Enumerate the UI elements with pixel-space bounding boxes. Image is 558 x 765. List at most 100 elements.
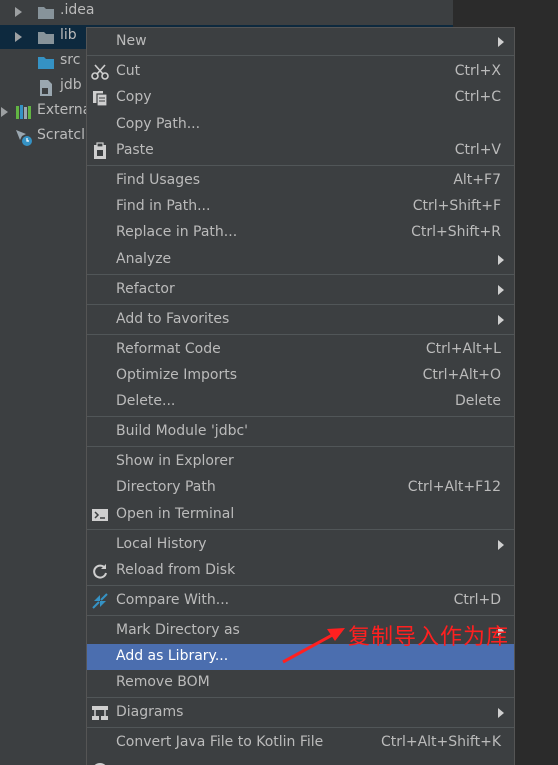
- folder-icon: [37, 4, 55, 24]
- menu-item-shortcut: Ctrl+Alt+F12: [407, 479, 501, 495]
- menu-separator: [87, 727, 514, 728]
- menu-item-shortcut: Ctrl+D: [453, 592, 501, 608]
- submenu-arrow-icon: [498, 315, 504, 325]
- menu-item-optimize-imports[interactable]: Optimize Imports Ctrl+Alt+O: [87, 363, 514, 389]
- menu-item-find-in-path[interactable]: Find in Path... Ctrl+Shift+F: [87, 194, 514, 220]
- menu-item-partial[interactable]: [87, 756, 514, 765]
- menu-separator: [87, 165, 514, 166]
- ide-window: .idea lib src jdb Externa Scratcl New Cu…: [0, 0, 558, 765]
- diagram-icon: [91, 704, 109, 722]
- menu-item-shortcut: Ctrl+C: [454, 89, 501, 105]
- menu-item-label: Refactor: [116, 281, 175, 297]
- menu-separator: [87, 446, 514, 447]
- menu-separator: [87, 529, 514, 530]
- menu-item-label: Cut: [116, 63, 141, 79]
- menu-item-add-to-favorites[interactable]: Add to Favorites: [87, 307, 514, 333]
- menu-separator: [87, 55, 514, 56]
- menu-item-cut[interactable]: Cut Ctrl+X: [87, 59, 514, 85]
- menu-item-open-in-terminal[interactable]: Open in Terminal: [87, 502, 514, 528]
- reload-icon: [91, 562, 109, 580]
- menu-item-label: Convert Java File to Kotlin File: [116, 734, 324, 750]
- menu-item-label: Add to Favorites: [116, 311, 230, 327]
- menu-item-label: Find in Path...: [116, 198, 211, 214]
- menu-separator: [87, 697, 514, 698]
- menu-item-label: Paste: [116, 142, 154, 158]
- menu-item-delete[interactable]: Delete... Delete: [87, 389, 514, 415]
- menu-item-label: New: [116, 33, 147, 49]
- menu-item-label: Reload from Disk: [116, 562, 236, 578]
- context-menu: New Cut Ctrl+X Copy Ctrl+C Copy Path... …: [86, 27, 515, 765]
- tree-item-label: Scratcl: [37, 127, 85, 143]
- menu-item-label: Compare With...: [116, 592, 230, 608]
- menu-item-reformat-code[interactable]: Reformat Code Ctrl+Alt+L: [87, 337, 514, 363]
- libraries-icon: [15, 104, 33, 124]
- github-icon: [91, 760, 109, 765]
- menu-item-label: Optimize Imports: [116, 367, 237, 383]
- scratches-icon: [15, 129, 33, 151]
- menu-item-convert-java-to-kotlin[interactable]: Convert Java File to Kotlin File Ctrl+Al…: [87, 730, 514, 756]
- menu-item-shortcut: Ctrl+Alt+L: [425, 341, 501, 357]
- menu-item-build-module[interactable]: Build Module 'jdbc': [87, 419, 514, 445]
- menu-separator: [87, 416, 514, 417]
- menu-item-label: Copy: [116, 89, 152, 105]
- menu-item-copy-path[interactable]: Copy Path...: [87, 112, 514, 138]
- menu-item-label: Analyze: [116, 251, 172, 267]
- menu-item-replace-in-path[interactable]: Replace in Path... Ctrl+Shift+R: [87, 220, 514, 246]
- menu-item-local-history[interactable]: Local History: [87, 532, 514, 558]
- menu-item-shortcut: Delete: [455, 393, 501, 409]
- menu-item-label: Add as Library...: [116, 648, 229, 664]
- tree-item-label: jdb: [60, 77, 82, 93]
- menu-separator: [87, 615, 514, 616]
- menu-item-find-usages[interactable]: Find Usages Alt+F7: [87, 168, 514, 194]
- copy-icon: [91, 89, 109, 107]
- menu-item-label: Directory Path: [116, 479, 216, 495]
- menu-item-label: Replace in Path...: [116, 224, 238, 240]
- menu-item-refactor[interactable]: Refactor: [87, 277, 514, 303]
- menu-item-label: Delete...: [116, 393, 176, 409]
- menu-item-shortcut: Ctrl+Shift+R: [411, 224, 501, 240]
- menu-item-label: Find Usages: [116, 172, 201, 188]
- menu-item-shortcut: Ctrl+Shift+F: [412, 198, 501, 214]
- tree-item-label: Externa: [37, 102, 92, 118]
- menu-item-shortcut: Ctrl+Alt+O: [422, 367, 501, 383]
- submenu-arrow-icon: [498, 708, 504, 718]
- menu-item-shortcut: Ctrl+X: [454, 63, 501, 79]
- paste-icon: [91, 142, 109, 160]
- menu-item-directory-path[interactable]: Directory Path Ctrl+Alt+F12: [87, 475, 514, 501]
- menu-item-label: Open in Terminal: [116, 506, 235, 522]
- menu-item-analyze[interactable]: Analyze: [87, 247, 514, 273]
- menu-item-label: Diagrams: [116, 704, 184, 720]
- menu-item-label: Reformat Code: [116, 341, 221, 357]
- menu-item-diagrams[interactable]: Diagrams: [87, 700, 514, 726]
- module-file-icon: [38, 79, 54, 101]
- tree-item-idea[interactable]: .idea: [0, 0, 453, 24]
- menu-item-show-in-explorer[interactable]: Show in Explorer: [87, 449, 514, 475]
- terminal-icon: [91, 506, 109, 524]
- submenu-arrow-icon: [498, 255, 504, 265]
- menu-item-shortcut: Alt+F7: [453, 172, 501, 188]
- menu-item-label: Copy Path...: [116, 116, 201, 132]
- menu-item-reload-from-disk[interactable]: Reload from Disk: [87, 558, 514, 584]
- tree-item-label: src: [60, 52, 81, 68]
- menu-item-shortcut: Ctrl+Alt+Shift+K: [380, 734, 501, 750]
- menu-item-label: Mark Directory as: [116, 622, 240, 638]
- menu-item-label: Remove BOM: [116, 674, 210, 690]
- menu-item-remove-bom[interactable]: Remove BOM: [87, 670, 514, 696]
- menu-item-paste[interactable]: Paste Ctrl+V: [87, 138, 514, 164]
- menu-separator: [87, 334, 514, 335]
- submenu-arrow-icon: [498, 37, 504, 47]
- scissors-icon: [91, 63, 109, 81]
- source-folder-icon: [37, 54, 55, 74]
- expand-arrow-icon[interactable]: [15, 32, 22, 42]
- menu-item-compare-with[interactable]: Compare With... Ctrl+D: [87, 588, 514, 614]
- menu-item-copy[interactable]: Copy Ctrl+C: [87, 85, 514, 111]
- tree-item-label: .idea: [60, 2, 95, 18]
- menu-separator: [87, 274, 514, 275]
- expand-arrow-icon[interactable]: [1, 107, 8, 117]
- menu-item-new[interactable]: New: [87, 29, 514, 55]
- expand-arrow-icon[interactable]: [15, 7, 22, 17]
- menu-item-shortcut: Ctrl+V: [454, 142, 501, 158]
- menu-separator: [87, 304, 514, 305]
- submenu-arrow-icon: [498, 285, 504, 295]
- folder-icon: [37, 29, 55, 49]
